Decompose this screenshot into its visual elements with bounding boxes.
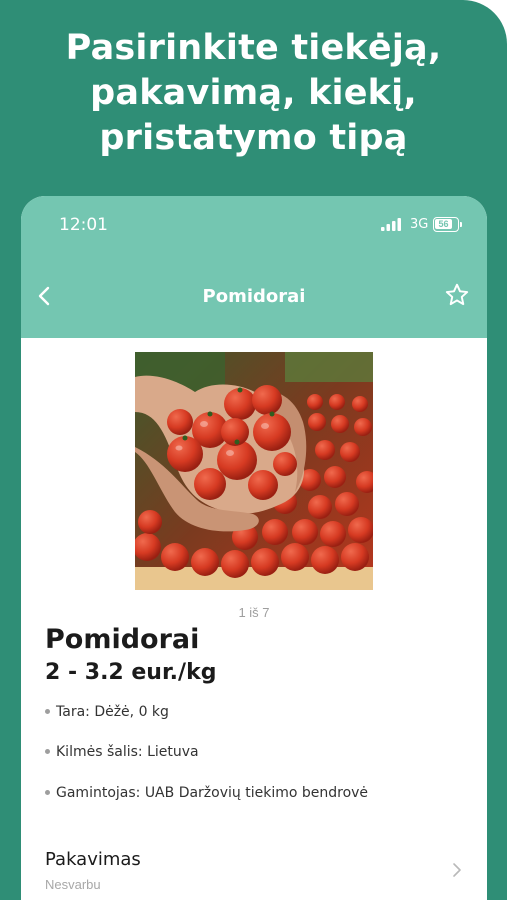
- nav-title: Pomidorai: [202, 286, 306, 307]
- network-type: 3G: [410, 217, 429, 232]
- battery-icon: 56: [433, 217, 459, 232]
- attribute-tara: Tara: Dėžė, 0 kg: [56, 704, 169, 720]
- packaging-label: Pakavimas: [45, 849, 141, 870]
- tomatoes-photo: [135, 352, 373, 590]
- headline-line-2: pakavimą, kiekį,: [90, 73, 417, 113]
- headline-line-1: Pasirinkite tiekėją,: [65, 28, 442, 68]
- chevron-right-icon: [453, 863, 461, 877]
- star-outline-icon[interactable]: [444, 282, 470, 308]
- battery-level: 56: [435, 219, 452, 229]
- bullet-icon: [45, 748, 50, 754]
- attribute-origin: Kilmės šalis: Lietuva: [56, 744, 199, 760]
- status-bar: 12:01 3G 56: [21, 196, 487, 258]
- image-pager: 1 iš 7: [238, 605, 270, 620]
- attribute-container: Gamintojas: UAB Daržovių tiekimo bendrov…: [45, 785, 368, 801]
- attribute-container: Tara: Dėžė, 0 kg: [45, 704, 169, 720]
- product-price: 2 - 3.2 eur./kg: [45, 660, 217, 685]
- packaging-value: Nesvarbu: [45, 877, 101, 892]
- navigation-bar: Pomidorai: [21, 258, 487, 338]
- bullet-icon: [45, 708, 50, 714]
- product-image[interactable]: [135, 352, 373, 590]
- attribute-container: Kilmės šalis: Lietuva: [45, 744, 199, 760]
- status-time: 12:01: [59, 215, 108, 235]
- promo-headline: Pasirinkite tiekėją, pakavimą, kiekį, pr…: [0, 26, 507, 161]
- headline-line-3: pristatymo tipą: [99, 118, 408, 158]
- signal-icon: [381, 218, 401, 231]
- bullet-icon: [45, 789, 50, 795]
- product-name: Pomidorai: [45, 624, 200, 655]
- phone-screen: 12:01 3G 56 Pomidorai 1 iš 7 Pomidorai 2…: [21, 196, 487, 916]
- attribute-producer: Gamintojas: UAB Daržovių tiekimo bendrov…: [56, 785, 369, 801]
- battery-cap: [460, 222, 462, 227]
